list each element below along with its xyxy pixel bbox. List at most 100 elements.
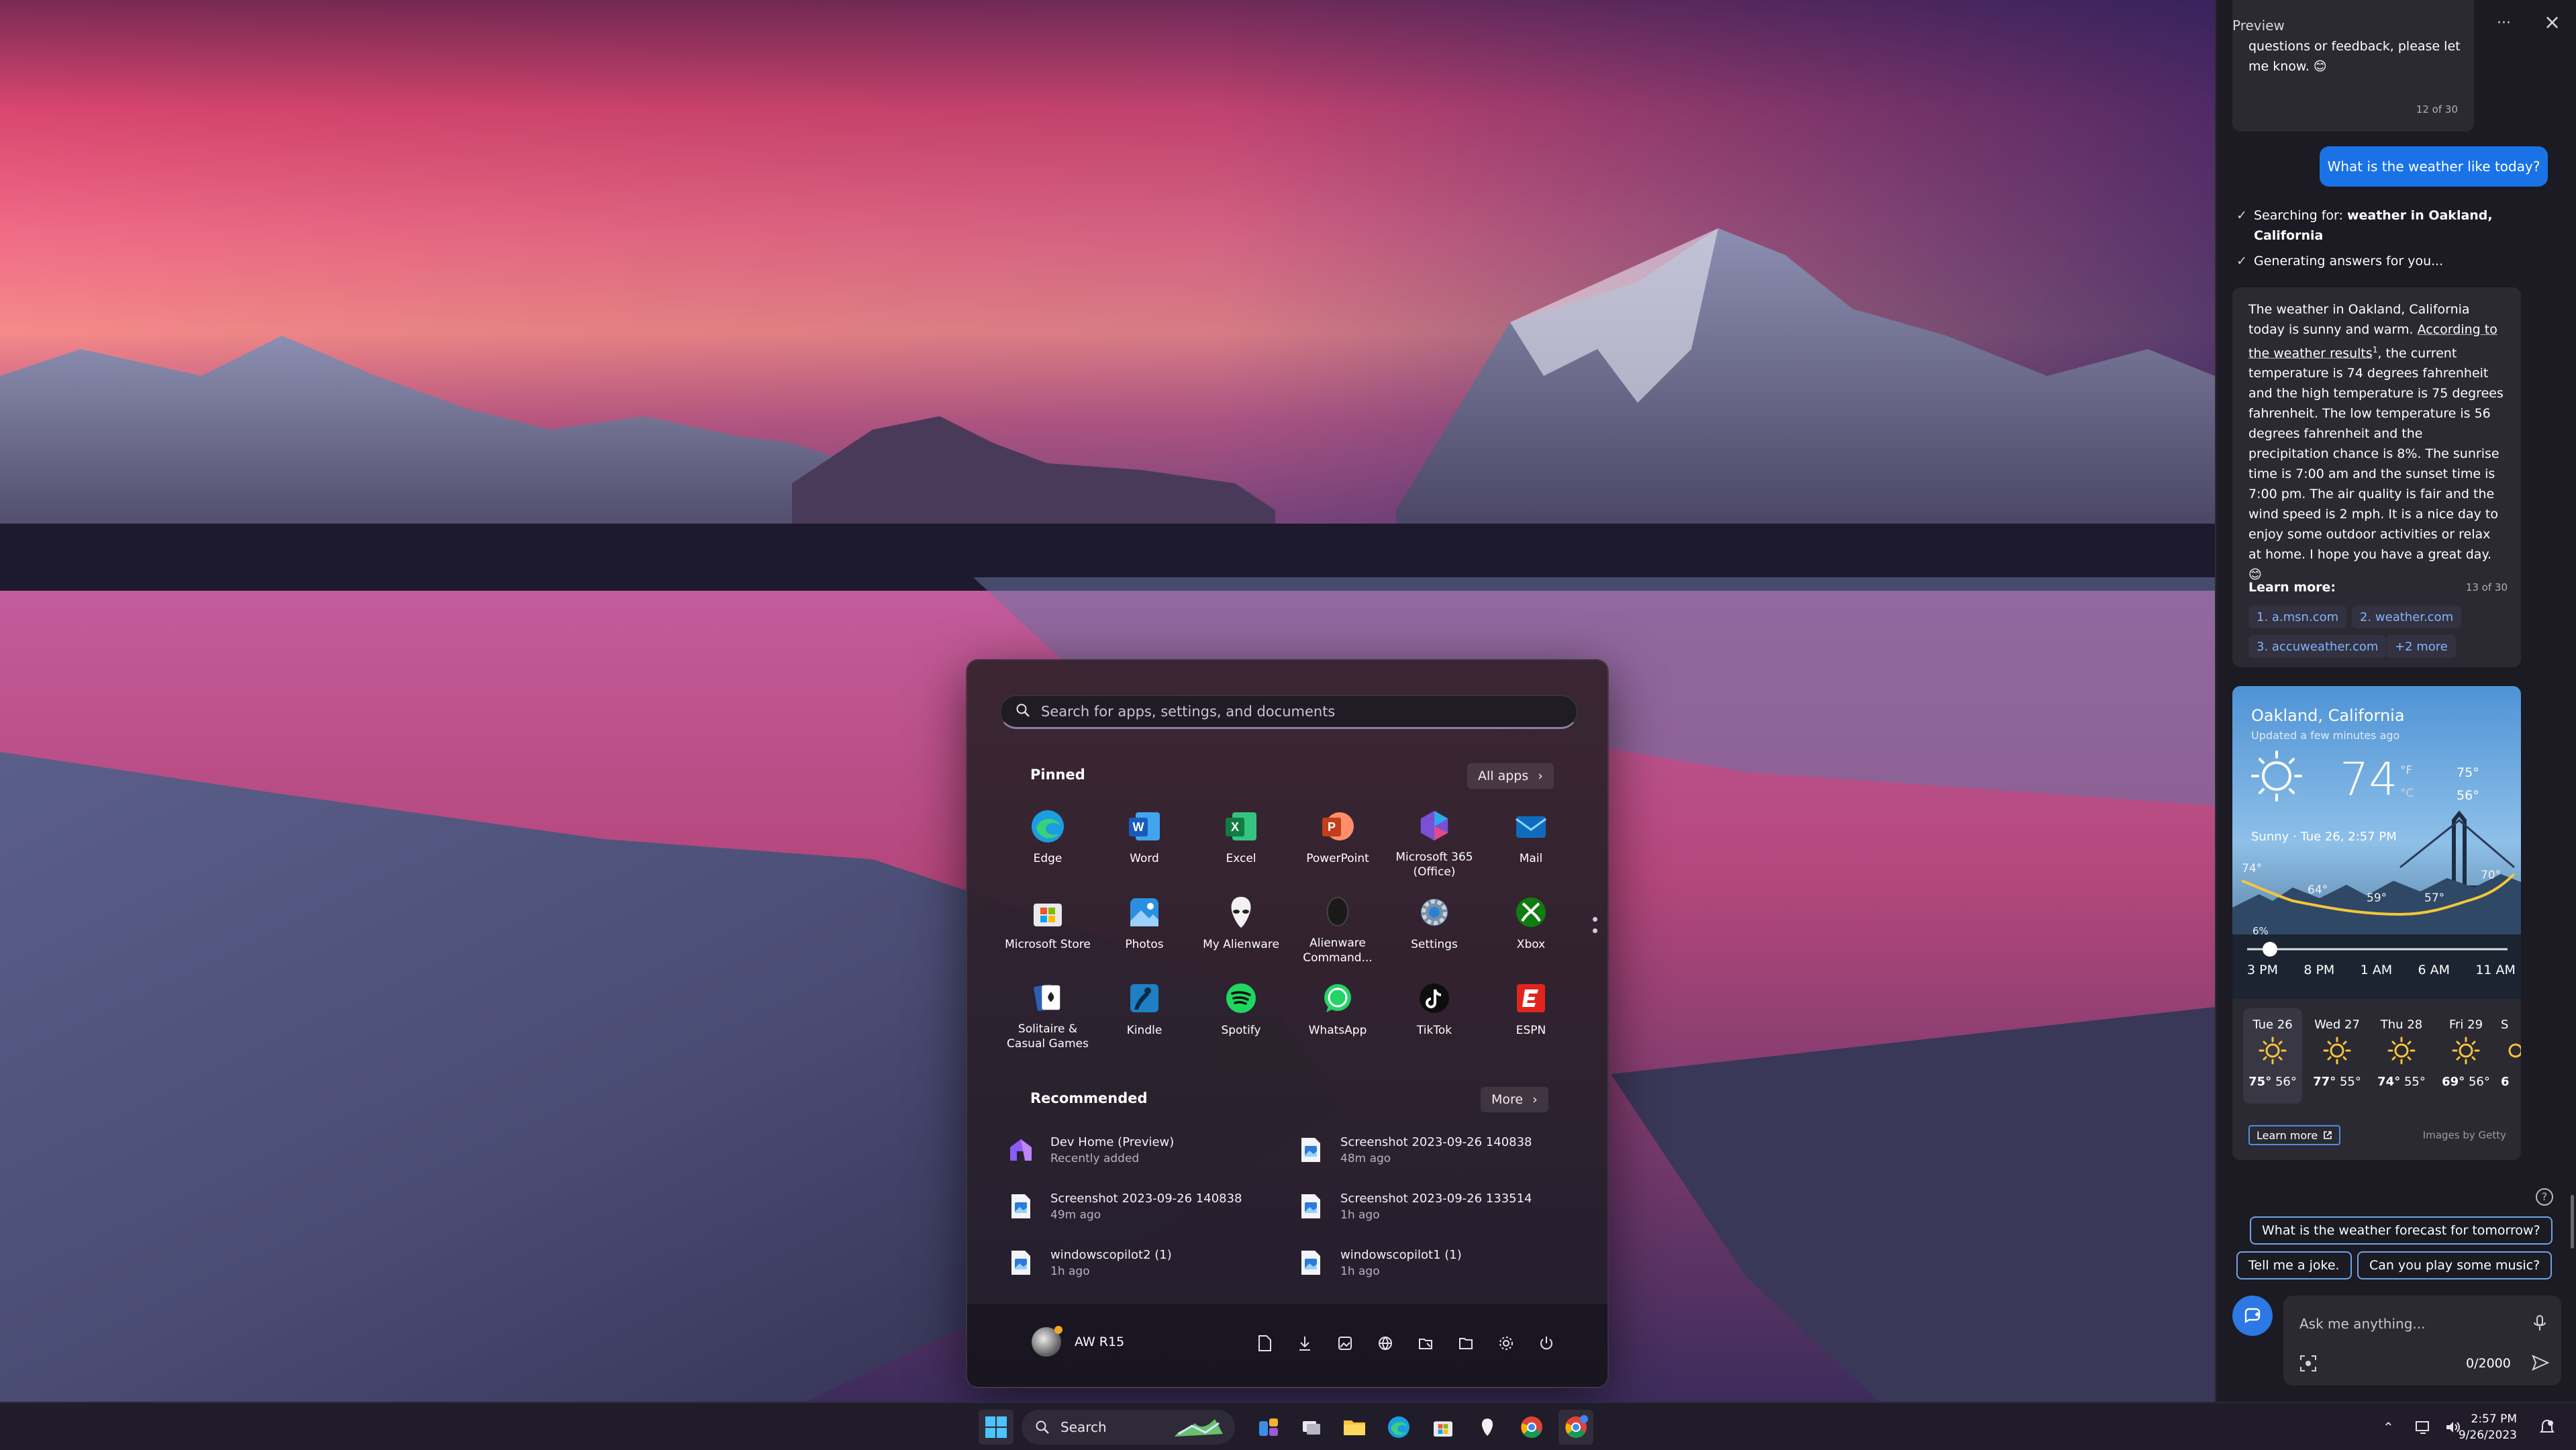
start-menu: Search for apps, settings, and documents…: [966, 659, 1609, 1388]
recommended-item[interactable]: windowscopilot2 (1) 1h ago: [999, 1242, 1289, 1284]
tray-overflow-button[interactable]: ⌃: [2383, 1403, 2394, 1450]
taskbar-edge[interactable]: [1381, 1410, 1416, 1445]
forecast-day[interactable]: S 6: [2501, 1008, 2521, 1104]
pinned-app-powerpoint[interactable]: P PowerPoint: [1289, 806, 1386, 879]
recommended-title: windowscopilot2 (1): [1050, 1247, 1172, 1262]
source-link[interactable]: 3. accuweather.com: [2248, 635, 2387, 658]
more-button[interactable]: More ›: [1481, 1087, 1548, 1112]
pinned-app-edge[interactable]: Edge: [999, 806, 1096, 879]
forecast-day[interactable]: Thu 28 74° 55°: [2372, 1008, 2431, 1104]
pinned-app-alienware-command[interactable]: Alienware Command...: [1289, 891, 1386, 965]
pictures-icon[interactable]: [1332, 1331, 1358, 1356]
pinned-app-kindle[interactable]: Kindle: [1096, 977, 1193, 1051]
pinned-app-solitaire[interactable]: Solitaire & Casual Games: [999, 977, 1096, 1051]
app-label: WhatsApp: [1308, 1024, 1367, 1037]
taskbar-alienware[interactable]: [1470, 1410, 1505, 1445]
taskbar-file-explorer[interactable]: [1337, 1410, 1372, 1445]
pinned-app-photos[interactable]: Photos: [1096, 891, 1193, 965]
pinned-page-indicator[interactable]: [1593, 917, 1598, 940]
whatsapp-icon: [1324, 984, 1351, 1012]
downloads-icon[interactable]: [1292, 1331, 1318, 1356]
solitaire-icon: [1034, 984, 1060, 1011]
search-highlight-icon: [1175, 1419, 1223, 1437]
weather-card[interactable]: Oakland, California Updated a few minute…: [2232, 686, 2521, 1160]
user-account-button[interactable]: AW R15: [1032, 1326, 1125, 1357]
pinned-app-excel[interactable]: X Excel: [1193, 806, 1289, 879]
sun-icon: [2323, 1036, 2351, 1065]
taskbar-store[interactable]: [1426, 1410, 1460, 1445]
folder-icon[interactable]: [1453, 1331, 1479, 1356]
image-file-icon: [1011, 1194, 1030, 1218]
chat-input[interactable]: Ask me anything... 0/2000: [2283, 1296, 2561, 1386]
forecast-high: 6: [2501, 1075, 2510, 1089]
notifications-button[interactable]: [2540, 1403, 2555, 1450]
task-view-icon: [1303, 1421, 1320, 1435]
forecast-day[interactable]: Wed 27 77° 55°: [2308, 1008, 2367, 1104]
file-explorer-icon[interactable]: [1413, 1331, 1438, 1356]
settings-icon: [1421, 899, 1448, 926]
pinned-app-microsoft-365[interactable]: Microsoft 365 (Office): [1386, 806, 1483, 879]
app-label: TikTok: [1416, 1024, 1452, 1037]
recommended-title: windowscopilot1 (1): [1340, 1247, 1462, 1262]
pinned-app-espn[interactable]: ESPN: [1483, 977, 1579, 1051]
screenshot-icon[interactable]: [2299, 1355, 2317, 1372]
task-view-button[interactable]: [1294, 1410, 1329, 1445]
suggestion-chip[interactable]: Can you play some music?: [2357, 1251, 2553, 1279]
pinned-app-tiktok[interactable]: TikTok: [1386, 977, 1483, 1051]
recommended-title: Dev Home (Preview): [1050, 1134, 1175, 1149]
pinned-app-xbox[interactable]: Xbox: [1483, 891, 1579, 965]
unit-fahrenheit-toggle[interactable]: °F: [2400, 764, 2412, 777]
recommended-item[interactable]: Screenshot 2023-09-26 133514 1h ago: [1289, 1186, 1579, 1227]
quick-settings-button[interactable]: [2415, 1403, 2461, 1450]
pinned-app-settings[interactable]: Settings: [1386, 891, 1483, 965]
help-icon[interactable]: ?: [2536, 1188, 2553, 1206]
start-button[interactable]: [979, 1410, 1013, 1445]
pinned-app-whatsapp[interactable]: WhatsApp: [1289, 977, 1386, 1051]
recommended-item[interactable]: Screenshot 2023-09-26 140838 48m ago: [1289, 1129, 1579, 1171]
clock[interactable]: 2:57 PM 9/26/2023: [2459, 1411, 2517, 1443]
recommended-item[interactable]: windowscopilot1 (1) 1h ago: [1289, 1242, 1579, 1284]
taskbar-chrome[interactable]: [1514, 1410, 1549, 1445]
new-topic-button[interactable]: [2232, 1296, 2273, 1336]
copilot-scrollbar[interactable]: [2571, 1195, 2574, 1249]
unit-celsius-toggle[interactable]: °C: [2400, 787, 2414, 800]
documents-icon[interactable]: [1252, 1331, 1277, 1356]
network-icon[interactable]: [1373, 1331, 1398, 1356]
widgets-button[interactable]: [1251, 1410, 1286, 1445]
recommended-item[interactable]: Screenshot 2023-09-26 140838 49m ago: [999, 1186, 1289, 1227]
settings-icon[interactable]: [1493, 1331, 1519, 1356]
source-link[interactable]: 2. weather.com: [2352, 606, 2462, 628]
power-icon[interactable]: [1534, 1331, 1559, 1356]
app-label: Settings: [1411, 938, 1458, 951]
learn-more-label: Learn more:: [2248, 580, 2336, 595]
store-icon: [1034, 904, 1062, 926]
weather-learn-more-button[interactable]: Learn more: [2248, 1125, 2341, 1145]
more-sources-link[interactable]: +2 more: [2387, 635, 2456, 658]
recommended-item[interactable]: Dev Home (Preview) Recently added: [999, 1129, 1289, 1171]
forecast-day[interactable]: Tue 26 75° 56°: [2243, 1008, 2302, 1104]
forecast-day[interactable]: Fri 29 69° 56°: [2436, 1008, 2495, 1104]
start-search-box[interactable]: Search for apps, settings, and documents: [999, 695, 1578, 729]
pinned-app-microsoft-store[interactable]: Microsoft Store: [999, 891, 1096, 965]
send-icon[interactable]: [2532, 1355, 2549, 1371]
user-name: AW R15: [1075, 1335, 1125, 1349]
pinned-app-mail[interactable]: Mail: [1483, 806, 1579, 879]
pinned-app-my-alienware[interactable]: My Alienware: [1193, 891, 1289, 965]
taskbar-search[interactable]: Search: [1022, 1410, 1235, 1445]
more-options-icon[interactable]: ···: [2497, 15, 2511, 32]
taskbar-chrome-profile[interactable]: [1558, 1410, 1593, 1445]
microphone-icon[interactable]: [2533, 1314, 2546, 1332]
pinned-app-word[interactable]: W Word: [1096, 806, 1193, 879]
suggestion-chip[interactable]: What is the weather forecast for tomorro…: [2250, 1216, 2553, 1245]
suggestion-chip[interactable]: Tell me a joke.: [2236, 1251, 2352, 1279]
pinned-app-spotify[interactable]: Spotify: [1193, 977, 1289, 1051]
app-label: Solitaire & Casual Games: [1007, 1022, 1089, 1051]
pinned-title: Pinned: [1030, 767, 1085, 783]
source-link[interactable]: 1. a.msn.com: [2248, 606, 2347, 628]
kindle-icon: [1130, 984, 1158, 1012]
close-icon[interactable]: ×: [2544, 11, 2561, 34]
all-apps-button[interactable]: All apps ›: [1467, 763, 1554, 789]
high-temperature: 75°: [2457, 765, 2479, 780]
recommended-subtitle: Recently added: [1050, 1151, 1140, 1165]
search-step-prefix: Searching for:: [2254, 208, 2347, 223]
